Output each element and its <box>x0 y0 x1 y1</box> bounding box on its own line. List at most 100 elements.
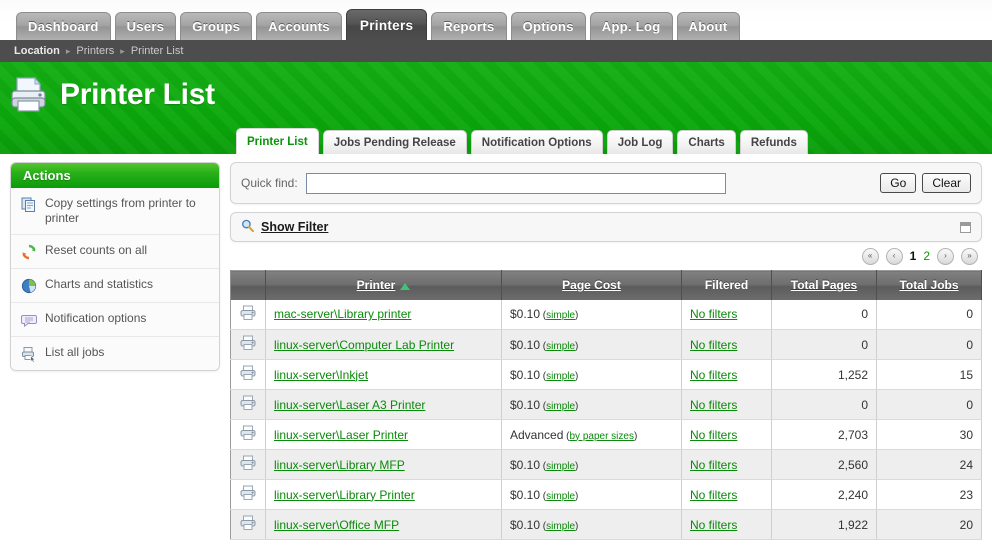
subtab-charts[interactable]: Charts <box>677 130 736 154</box>
total-jobs-cell: 30 <box>876 419 982 450</box>
printer-name-cell: linux-server\Laser A3 Printer <box>265 389 502 420</box>
nav-tab-users[interactable]: Users <box>114 12 177 40</box>
filtered-link[interactable]: No filters <box>690 458 737 472</box>
printer-icon <box>239 515 257 535</box>
filtered-link[interactable]: No filters <box>690 368 737 382</box>
page-cost-mode-link[interactable]: simple <box>546 310 575 321</box>
action-item-label: List all jobs <box>45 345 105 359</box>
printer-name-link[interactable]: linux-server\Laser A3 Printer <box>274 398 425 412</box>
column-header-total-jobs[interactable]: Total Jobs <box>876 270 982 300</box>
page-cost-mode-link[interactable]: simple <box>546 341 575 352</box>
column-header-page-cost[interactable]: Page Cost <box>501 270 682 300</box>
collapse-icon[interactable] <box>960 221 971 233</box>
column-header-printer[interactable]: Printer <box>265 270 502 300</box>
pagination-prev-button[interactable]: ‹ <box>885 247 903 265</box>
show-filter-link[interactable]: Show Filter <box>261 220 328 234</box>
pagination-last-button[interactable]: » <box>961 247 978 265</box>
printer-icon <box>239 365 257 385</box>
subtab-job-log[interactable]: Job Log <box>606 130 674 154</box>
subtab-jobs-pending-release[interactable]: Jobs Pending Release <box>322 130 467 154</box>
actions-panel: Actions Copy settings from printer to pr… <box>10 162 220 371</box>
nav-tab-app-log[interactable]: App. Log <box>589 12 673 40</box>
nav-tab-groups[interactable]: Groups <box>180 12 253 40</box>
page-cost-mode-link[interactable]: simple <box>546 461 575 472</box>
filtered-cell: No filters <box>681 329 772 360</box>
action-item-label: Notification options <box>45 311 147 325</box>
printer-name-cell: linux-server\Laser Printer <box>265 419 502 450</box>
page-cost-mode-link[interactable]: simple <box>546 521 575 532</box>
printer-name-cell: linux-server\Library Printer <box>265 479 502 510</box>
filtered-cell: No filters <box>681 299 772 330</box>
filter-bar: Show Filter <box>230 212 982 242</box>
table-row: linux-server\Library Printer $0.10 (simpl… <box>230 479 982 510</box>
nav-tab-accounts[interactable]: Accounts <box>256 12 342 40</box>
nav-tab-printers[interactable]: Printers <box>345 9 428 40</box>
breadcrumb-location-label: Location <box>14 45 60 57</box>
go-button[interactable]: Go <box>880 173 917 193</box>
clear-button[interactable]: Clear <box>922 173 971 193</box>
action-item-notification-options[interactable]: Notification options <box>11 302 219 336</box>
page-cost-cell: $0.10 (simple) <box>501 329 682 360</box>
printer-name-link[interactable]: mac-server\Library printer <box>274 307 411 321</box>
pagination-page-2[interactable]: 2 <box>923 249 930 263</box>
table-row: linux-server\Inkjet $0.10 (simple) No filt… <box>230 359 982 390</box>
total-jobs-cell: 23 <box>876 479 982 510</box>
table-row: linux-server\Laser A3 Printer $0.10 (simp… <box>230 389 982 420</box>
action-item-list-all-jobs[interactable]: List all jobs <box>11 336 219 370</box>
page-cost-value: $0.10 <box>510 397 541 412</box>
printer-name-link[interactable]: linux-server\Library MFP <box>274 458 405 472</box>
action-item-copy-settings-from-printer-to-printer[interactable]: Copy settings from printer to printer <box>11 188 219 234</box>
total-pages-cell: 2,703 <box>771 419 877 450</box>
action-item-label: Copy settings from printer to printer <box>45 196 196 225</box>
page-cost-mode: (simple) <box>540 490 579 502</box>
nav-tab-dashboard[interactable]: Dashboard <box>16 12 111 40</box>
total-jobs-cell: 0 <box>876 389 982 420</box>
column-header-total-pages[interactable]: Total Pages <box>771 270 877 300</box>
pagination-first-button[interactable]: « <box>861 247 879 265</box>
filtered-link[interactable]: No filters <box>690 338 737 352</box>
pagination-page-1[interactable]: 1 <box>910 249 917 263</box>
page-cost-value: $0.10 <box>510 337 541 352</box>
total-pages-cell: 2,240 <box>771 479 877 510</box>
printer-icon <box>239 305 257 325</box>
row-printer-icon-cell <box>230 509 266 540</box>
page-cost-mode-link[interactable]: by paper sizes <box>569 431 633 442</box>
total-jobs-cell: 20 <box>876 509 982 540</box>
nav-tab-reports[interactable]: Reports <box>431 12 507 40</box>
nav-tab-about[interactable]: About <box>676 12 740 40</box>
printer-name-link[interactable]: linux-server\Library Printer <box>274 488 415 502</box>
subtab-refunds[interactable]: Refunds <box>739 130 808 154</box>
filtered-link[interactable]: No filters <box>690 518 737 532</box>
column-header-label: Total Pages <box>790 278 858 293</box>
printer-name-link[interactable]: linux-server\Laser Printer <box>274 428 408 442</box>
table-header-row: Printer Page Cost Filtered Total Pages Total… <box>230 270 982 300</box>
breadcrumb-item-printer-list[interactable]: Printer List <box>131 45 184 57</box>
filtered-cell: No filters <box>681 509 772 540</box>
printer-icon <box>239 395 257 415</box>
row-printer-icon-cell <box>230 299 266 330</box>
printer-name-link[interactable]: linux-server\Inkjet <box>274 368 368 382</box>
printer-name-link[interactable]: linux-server\Office MFP <box>274 518 399 532</box>
total-jobs-cell: 0 <box>876 329 982 360</box>
action-item-charts-and-statistics[interactable]: Charts and statistics <box>11 268 219 302</box>
printer-name-link[interactable]: linux-server\Computer Lab Printer <box>274 338 454 352</box>
total-pages-cell: 0 <box>771 299 877 330</box>
pagination-next-button[interactable]: › <box>937 247 954 265</box>
page-cost-mode-link[interactable]: simple <box>546 491 575 502</box>
search-input[interactable] <box>305 172 726 194</box>
page-cost-cell: $0.10 (simple) <box>501 449 682 480</box>
page-cost-mode-link[interactable]: simple <box>546 401 575 412</box>
nav-tab-options[interactable]: Options <box>510 12 586 40</box>
breadcrumb: Location ▸ Printers ▸ Printer List <box>0 40 992 62</box>
subtab-printer-list[interactable]: Printer List <box>236 128 319 154</box>
action-item-reset-counts-on-all[interactable]: Reset counts on all <box>11 234 219 268</box>
filtered-link[interactable]: No filters <box>690 307 737 321</box>
page-cost-mode-link[interactable]: simple <box>546 371 575 382</box>
page-title: Printer List <box>60 78 215 111</box>
filtered-link[interactable]: No filters <box>690 428 737 442</box>
filtered-link[interactable]: No filters <box>690 398 737 412</box>
breadcrumb-item-printers[interactable]: Printers <box>76 45 114 57</box>
subtab-notification-options[interactable]: Notification Options <box>470 130 603 154</box>
page-cost-mode: (simple) <box>540 310 579 322</box>
filtered-link[interactable]: No filters <box>690 488 737 502</box>
